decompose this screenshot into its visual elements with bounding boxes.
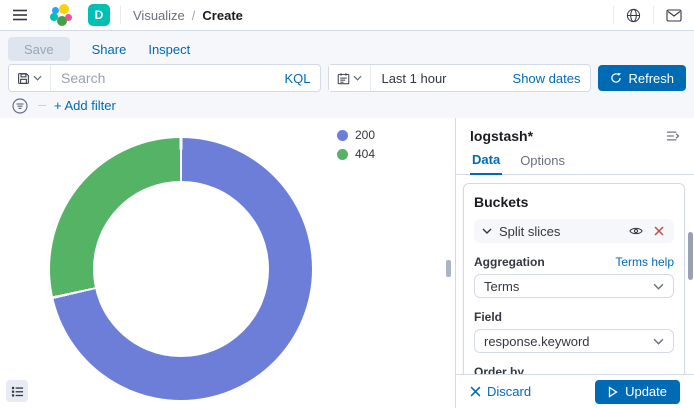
query-bar: KQL Last 1 hour Show dates Re [8, 63, 686, 93]
menu-button[interactable] [0, 0, 40, 30]
chevron-down-icon [33, 75, 42, 81]
inspect-button[interactable]: Inspect [148, 42, 190, 57]
breadcrumb-separator: / [192, 8, 196, 23]
split-slices-label: Split slices [499, 224, 620, 239]
refresh-icon [610, 72, 622, 84]
field-label-row: Field [474, 310, 674, 324]
legend-dot [337, 149, 348, 160]
header-actions [613, 0, 694, 30]
legend-label: 200 [355, 128, 375, 142]
share-button[interactable]: Share [92, 42, 127, 57]
breadcrumb-visualize[interactable]: Visualize [133, 8, 185, 23]
filter-options-button[interactable] [10, 98, 30, 114]
filter-bar: + Add filter [8, 93, 686, 118]
search-input[interactable] [51, 65, 274, 91]
editor-footer: Discard Update [456, 374, 694, 408]
date-picker-group: Last 1 hour Show dates [328, 64, 591, 92]
calendar-icon [337, 72, 350, 85]
chevron-down-icon [482, 228, 492, 234]
discard-button[interactable]: Discard [470, 384, 531, 399]
close-icon [470, 386, 481, 397]
aggregation-value: Terms [484, 279, 519, 294]
editor-panel-header: logstash* [456, 118, 694, 148]
legend-label: 404 [355, 147, 375, 161]
query-language-button[interactable]: KQL [274, 65, 320, 91]
update-label: Update [625, 384, 667, 399]
legend-dot [337, 130, 348, 141]
top-nav-actions: Save Share Inspect [8, 31, 686, 63]
panel-scrollbar[interactable] [688, 232, 693, 280]
space-badge: D [88, 4, 110, 26]
saved-query-button[interactable] [9, 65, 51, 91]
editor-scroll-area: Buckets Split slices [456, 175, 694, 374]
buckets-title: Buckets [474, 194, 674, 210]
aggregation-label-row: Aggregation Terms help [474, 255, 674, 269]
show-dates-button[interactable]: Show dates [503, 71, 591, 86]
legend-item[interactable]: 200 [337, 128, 375, 142]
save-query-icon [17, 72, 30, 85]
legend-toggle-button[interactable] [6, 380, 28, 402]
buckets-card: Buckets Split slices [463, 183, 685, 374]
chevron-down-icon [353, 75, 362, 81]
elastic-logo[interactable] [40, 0, 82, 30]
refresh-label: Refresh [628, 71, 674, 86]
toolbar-band: Save Share Inspect KQL [0, 31, 694, 118]
kibana-visualize-app: D Visualize / Create Save [0, 0, 694, 408]
close-icon [654, 226, 664, 236]
help-menu-button[interactable] [614, 0, 653, 30]
mail-icon [666, 9, 682, 22]
date-quick-select-button[interactable] [329, 65, 371, 91]
tab-options[interactable]: Options [518, 148, 567, 174]
list-icon [11, 385, 24, 398]
tab-data[interactable]: Data [470, 148, 502, 175]
chevron-down-icon [653, 283, 664, 290]
remove-bucket-button[interactable] [652, 226, 666, 236]
collapse-panel-button[interactable] [666, 130, 680, 142]
filter-circle-icon [12, 98, 28, 114]
panel-resize-handle[interactable] [446, 260, 451, 277]
chart-legend: 200 404 [337, 128, 375, 161]
editor-panel: logstash* Data Options Buckets [455, 118, 694, 408]
field-value: response.keyword [484, 334, 590, 349]
editor-tabs: Data Options [456, 148, 694, 175]
space-switcher[interactable]: D [82, 0, 120, 30]
filter-separator [38, 105, 46, 106]
breadcrumb-create: Create [202, 8, 242, 23]
app-header: D Visualize / Create [0, 0, 694, 31]
elastic-logo-icon [50, 4, 72, 26]
play-icon [608, 386, 618, 398]
index-pattern-title: logstash* [470, 128, 533, 144]
aggregation-select[interactable]: Terms [474, 274, 674, 298]
refresh-button[interactable]: Refresh [598, 65, 686, 91]
field-label: Field [474, 310, 502, 324]
menu-right-icon [666, 130, 680, 142]
update-button[interactable]: Update [595, 380, 680, 404]
discard-label: Discard [487, 384, 531, 399]
newsfeed-button[interactable] [654, 0, 694, 30]
chevron-down-icon [653, 338, 664, 345]
donut-hole [93, 181, 269, 357]
visualization-area: 200 404 [0, 118, 455, 408]
add-filter-button[interactable]: + Add filter [54, 98, 116, 113]
aggregation-label: Aggregation [474, 255, 545, 269]
toggle-visibility-button[interactable] [627, 226, 645, 236]
split-slices-row[interactable]: Split slices [474, 219, 674, 243]
order-by-label: Order by [474, 365, 524, 374]
main-content: 200 404 logstash* [0, 118, 694, 408]
breadcrumb: Visualize / Create [121, 0, 255, 30]
search-group: KQL [8, 64, 321, 92]
legend-item[interactable]: 404 [337, 147, 375, 161]
save-button[interactable]: Save [8, 37, 70, 61]
globe-icon [626, 8, 641, 23]
eye-icon [629, 226, 643, 236]
donut-chart[interactable] [50, 138, 312, 400]
hamburger-icon [12, 7, 28, 23]
time-range-value[interactable]: Last 1 hour [371, 71, 502, 86]
field-select[interactable]: response.keyword [474, 329, 674, 353]
terms-help-link[interactable]: Terms help [615, 255, 674, 269]
order-by-label-row: Order by [474, 365, 674, 374]
